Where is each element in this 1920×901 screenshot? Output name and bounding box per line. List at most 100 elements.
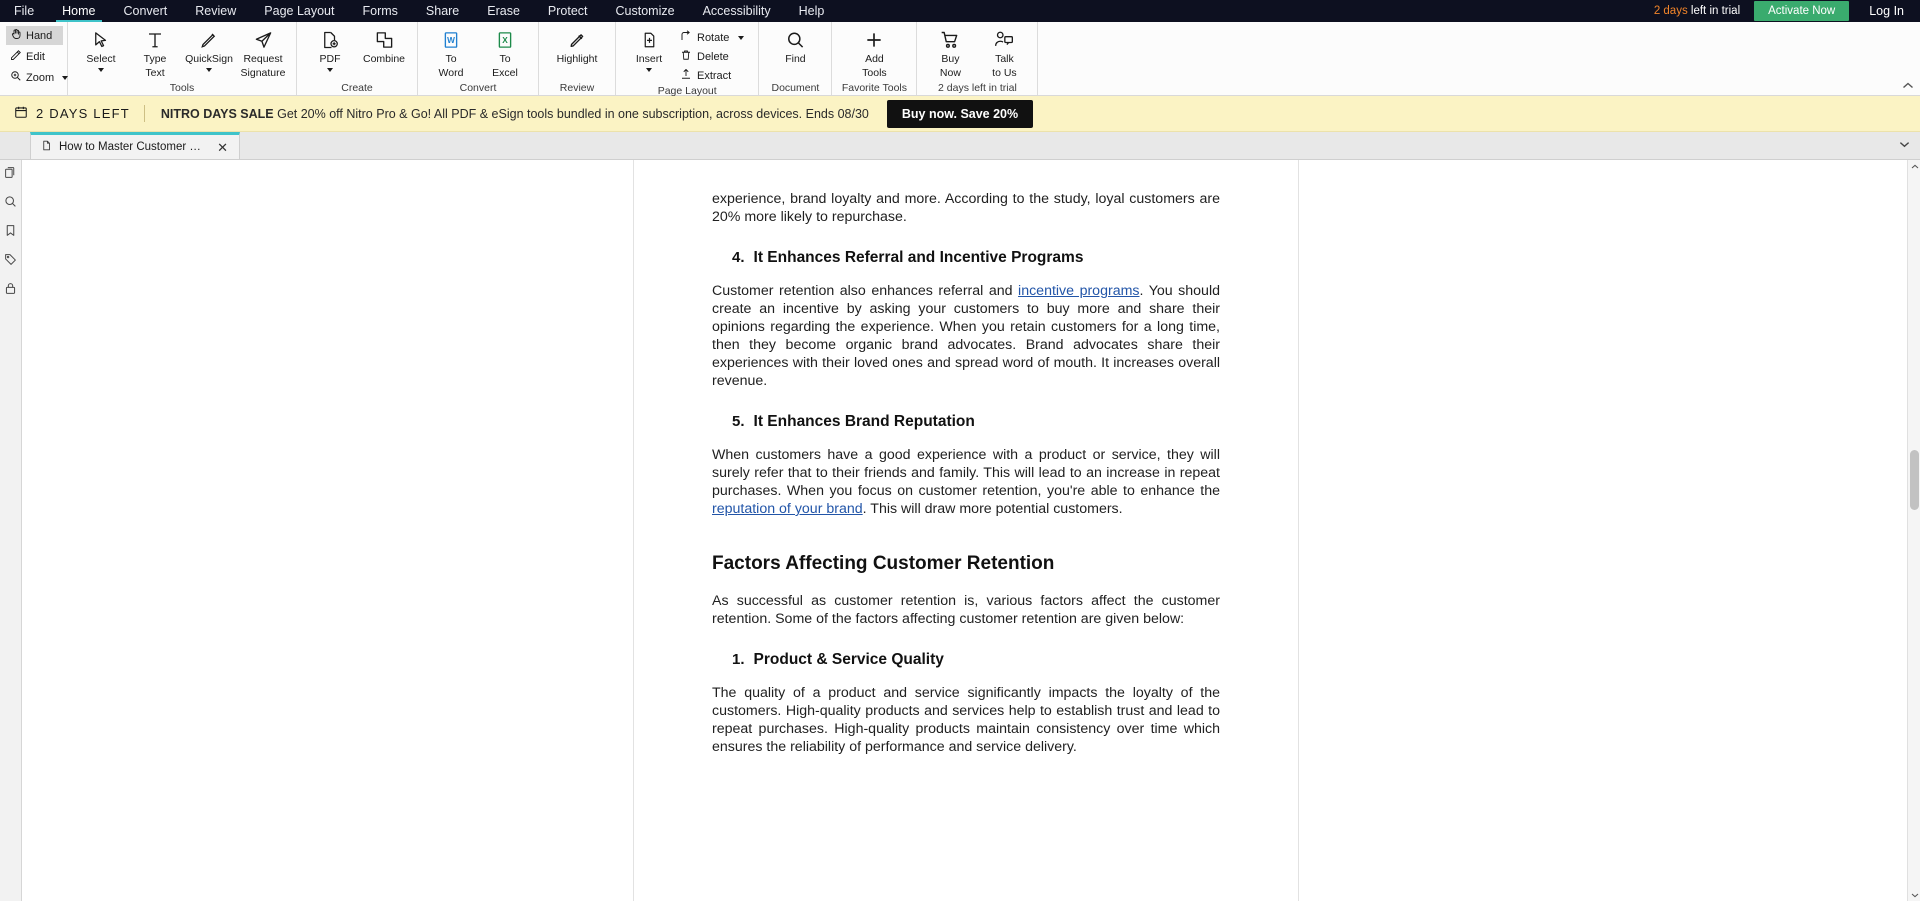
menu-item-page-layout[interactable]: Page Layout bbox=[250, 0, 348, 22]
paragraph-product-service-quality: The quality of a product and service sig… bbox=[712, 685, 1220, 755]
talk-to-us-button[interactable]: Talk to Us bbox=[977, 25, 1031, 79]
request-signature-button[interactable]: Request Signature bbox=[236, 25, 290, 79]
scroll-down-arrow-icon[interactable] bbox=[1908, 888, 1920, 901]
edit-icon bbox=[10, 49, 22, 64]
type-text-tool-button[interactable]: Type Text bbox=[128, 25, 182, 79]
extract-icon bbox=[680, 68, 692, 83]
trial-status: 2 days left in trial bbox=[1654, 5, 1740, 17]
ribbon-group-label-document: Document bbox=[771, 82, 820, 94]
chevron-down-icon[interactable] bbox=[738, 35, 745, 40]
ribbon-toolbar: Hand Edit Zoom Select Type Text QuickSig… bbox=[0, 22, 1920, 97]
to-word-label-1: To bbox=[445, 53, 457, 65]
quicksign-tool-button[interactable]: QuickSign bbox=[182, 25, 236, 72]
select-tool-button[interactable]: Select bbox=[74, 25, 128, 72]
search-panel-icon[interactable] bbox=[4, 195, 17, 213]
combine-icon bbox=[375, 28, 394, 52]
ribbon-group-tools: Select Type Text QuickSign Request Signa… bbox=[68, 22, 297, 95]
menu-item-erase[interactable]: Erase bbox=[473, 0, 534, 22]
hand-tool-label: Hand bbox=[26, 29, 53, 42]
trash-icon bbox=[680, 49, 692, 64]
ribbon-group-convert: W To Word X To Excel Convert bbox=[418, 22, 539, 95]
add-tools-button[interactable]: Add Tools bbox=[838, 25, 910, 79]
chevron-down-icon[interactable] bbox=[646, 67, 652, 72]
page-view-area[interactable]: experience, brand loyalty and more. Acco… bbox=[22, 160, 1920, 901]
ribbon-group-favorite-tools: Add Tools Favorite Tools bbox=[832, 22, 918, 95]
collapse-ribbon-button[interactable] bbox=[1902, 82, 1914, 93]
delete-pages-button[interactable]: Delete bbox=[678, 48, 746, 65]
buy-now-save-button[interactable]: Buy now. Save 20% bbox=[886, 99, 1034, 128]
quicksign-label: QuickSign bbox=[185, 53, 233, 65]
pages-panel-icon[interactable] bbox=[4, 166, 17, 184]
select-tool-label: Select bbox=[86, 53, 116, 65]
bookmarks-panel-icon[interactable] bbox=[4, 224, 17, 242]
brand-reputation-link[interactable]: reputation of your brand bbox=[712, 501, 863, 517]
incentive-programs-link[interactable]: incentive programs bbox=[1018, 283, 1139, 299]
trial-suffix: left in trial bbox=[1690, 5, 1741, 17]
ribbon-group-document: Find Document bbox=[759, 22, 833, 95]
ribbon-group-page-layout: Insert Rotate Delete Extract Page Layout bbox=[616, 22, 760, 97]
chevron-down-icon[interactable] bbox=[1899, 135, 1910, 153]
edit-tool-button[interactable]: Edit bbox=[6, 47, 63, 66]
heading-4-text: It Enhances Referral and Incentive Progr… bbox=[753, 249, 1084, 266]
to-excel-button[interactable]: X To Excel bbox=[478, 25, 532, 79]
vertical-scrollbar-thumb[interactable] bbox=[1910, 450, 1919, 510]
menu-item-file[interactable]: File bbox=[0, 0, 48, 22]
ribbon-group-review: Highlight Review bbox=[539, 22, 616, 95]
buy-now-button[interactable]: Buy Now bbox=[923, 25, 977, 79]
menu-item-forms[interactable]: Forms bbox=[348, 0, 411, 22]
hand-tool-button[interactable]: Hand bbox=[6, 26, 63, 45]
menu-item-customize[interactable]: Customize bbox=[602, 0, 689, 22]
menu-item-convert[interactable]: Convert bbox=[110, 0, 182, 22]
tags-panel-icon[interactable] bbox=[4, 253, 17, 271]
ribbon-mode-group: Hand Edit Zoom bbox=[0, 22, 69, 95]
close-icon[interactable]: ✕ bbox=[214, 141, 231, 154]
rotate-pages-button[interactable]: Rotate bbox=[678, 29, 746, 46]
pdf-page: experience, brand loyalty and more. Acco… bbox=[633, 160, 1299, 901]
menu-item-accessibility[interactable]: Accessibility bbox=[689, 0, 785, 22]
combine-button[interactable]: Combine bbox=[357, 25, 411, 66]
activate-now-button[interactable]: Activate Now bbox=[1754, 1, 1850, 21]
extract-pages-button[interactable]: Extract bbox=[678, 67, 746, 84]
find-label: Find bbox=[785, 53, 806, 65]
type-text-label-1: Type bbox=[143, 53, 167, 65]
highlight-button[interactable]: Highlight bbox=[545, 25, 609, 66]
zoom-tool-button[interactable]: Zoom bbox=[6, 68, 69, 87]
buy-now-label-1: Buy bbox=[941, 53, 960, 65]
heading-item-1: 1. Product & Service Quality bbox=[712, 650, 1220, 670]
promo-days-label: 2 DAYS LEFT bbox=[36, 106, 130, 121]
to-excel-label-1: To bbox=[499, 53, 511, 65]
word-icon: W bbox=[442, 28, 460, 52]
menu-bar-right: 2 days left in trial Activate Now Log In bbox=[1654, 0, 1920, 22]
to-word-button[interactable]: W To Word bbox=[424, 25, 478, 79]
menu-item-review[interactable]: Review bbox=[181, 0, 250, 22]
menu-item-home[interactable]: Home bbox=[48, 0, 109, 22]
paragraph-5: When customers have a good experience wi… bbox=[712, 446, 1220, 518]
menu-item-share[interactable]: Share bbox=[412, 0, 473, 22]
chevron-down-icon[interactable] bbox=[327, 67, 333, 72]
vertical-scrollbar[interactable] bbox=[1907, 160, 1920, 901]
insert-page-button[interactable]: Insert bbox=[622, 25, 676, 72]
ribbon-group-label-page-layout: Page Layout bbox=[657, 85, 717, 97]
ribbon-group-label-tools: Tools bbox=[169, 82, 195, 94]
combine-label: Combine bbox=[362, 53, 406, 65]
log-in-button[interactable]: Log In bbox=[1869, 4, 1904, 18]
zoom-icon bbox=[10, 70, 22, 85]
menu-item-protect[interactable]: Protect bbox=[534, 0, 602, 22]
scroll-up-arrow-icon[interactable] bbox=[1908, 160, 1920, 173]
extract-label: Extract bbox=[697, 69, 732, 82]
document-tab[interactable]: How to Master Customer Retention ... ✕ bbox=[30, 132, 240, 159]
request-signature-label-2: Signature bbox=[240, 66, 286, 79]
find-button[interactable]: Find bbox=[765, 25, 825, 66]
chevron-down-icon[interactable] bbox=[206, 67, 212, 72]
create-pdf-button[interactable]: PDF bbox=[303, 25, 357, 72]
menu-item-help[interactable]: Help bbox=[785, 0, 839, 22]
pdf-add-icon bbox=[321, 28, 339, 52]
rotate-label: Rotate bbox=[697, 31, 730, 44]
page-layout-commands: Rotate Delete Extract bbox=[676, 25, 752, 84]
chevron-down-icon[interactable] bbox=[98, 67, 104, 72]
security-panel-icon[interactable] bbox=[4, 282, 17, 300]
request-signature-label-1: Request bbox=[243, 53, 283, 65]
workspace: experience, brand loyalty and more. Acco… bbox=[0, 160, 1920, 901]
paragraph-4: Customer retention also enhances referra… bbox=[712, 282, 1220, 390]
text-icon bbox=[146, 28, 164, 52]
